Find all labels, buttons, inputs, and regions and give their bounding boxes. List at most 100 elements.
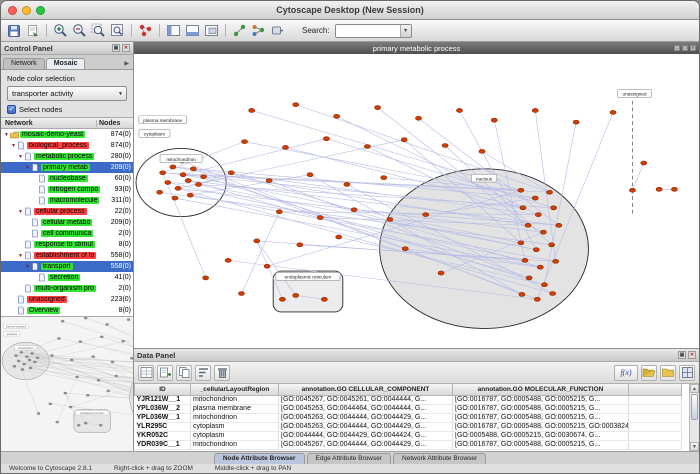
table-row[interactable]: YKR052Ccytoplasm[GO:0044444, GO:0044429,… (135, 431, 682, 440)
network-node[interactable] (266, 179, 272, 183)
table-vertical-scrollbar[interactable]: ▲ ▼ (689, 384, 699, 451)
network-node[interactable] (293, 103, 299, 107)
table-row[interactable]: YLR295Ccytoplasm[GO:0045263, GO:0044444,… (135, 422, 682, 431)
network-node[interactable] (573, 120, 579, 124)
network-node[interactable] (479, 149, 485, 153)
tree-item-multi-organism-pro[interactable]: multi-organism pro2(0) (1, 283, 133, 294)
network-node[interactable] (175, 186, 181, 190)
network-node[interactable] (203, 276, 209, 280)
column-header-cellularlayoutregion[interactable]: _cellularLayoutRegion (191, 384, 279, 395)
table-cell[interactable]: YDR039C__1 (135, 440, 191, 449)
layout-button[interactable] (231, 22, 248, 39)
network-node[interactable] (293, 293, 299, 297)
network-node[interactable] (321, 297, 327, 301)
network-node[interactable] (546, 190, 552, 194)
network-node[interactable] (172, 196, 178, 200)
tree-item-cellular-metabo[interactable]: cellular metabo209(0) (1, 217, 133, 228)
tab-scroll-right-icon[interactable]: ▶ (124, 60, 131, 69)
tree-item-cell-communica[interactable]: cell communica2(0) (1, 228, 133, 239)
tree-item-primary-metab[interactable]: ▼primary metab209(0) (1, 162, 133, 173)
table-cell[interactable]: YKR052C (135, 431, 191, 440)
control-panel-tab-network[interactable]: Network (3, 58, 45, 69)
network-node[interactable] (249, 108, 255, 112)
tab-node-attribute-browser[interactable]: Node Attribute Browser (214, 453, 305, 464)
network-node[interactable] (307, 173, 313, 177)
network-node[interactable] (442, 143, 448, 147)
tab-network-attribute-browser[interactable]: Network Attribute Browser (393, 453, 486, 464)
float-panel-button[interactable] (203, 22, 220, 39)
table-cell[interactable]: YPL036W__2 (135, 404, 191, 413)
tree-expand-arrow-icon[interactable]: ▼ (17, 154, 24, 160)
network-node[interactable] (402, 247, 408, 251)
table-cell[interactable]: [GO:0016787, GO:0005488, GO:0005215, G..… (453, 404, 629, 413)
overview-canvas[interactable]: plasma membranecytoplasmmitochondrionnuc… (1, 317, 133, 451)
network-node[interactable] (526, 276, 532, 280)
network-node[interactable] (525, 223, 531, 227)
tree-item-nitrogen-compo[interactable]: nitrogen compo93(0) (1, 184, 133, 195)
show-control-panel-button[interactable] (165, 22, 182, 39)
close-data-panel-icon[interactable]: ✕ (688, 351, 696, 359)
network-node[interactable] (279, 297, 285, 301)
control-panel-tab-mosaic[interactable]: Mosaic (46, 58, 86, 69)
search-dropdown-arrow-icon[interactable]: ▾ (400, 25, 411, 37)
network-node[interactable] (297, 243, 303, 247)
table-cell[interactable]: [GO:0016787, GO:0005488, GO:0005215, G..… (453, 440, 629, 449)
table-cell[interactable]: mitochondrion (191, 413, 279, 422)
network-node[interactable] (185, 179, 191, 183)
zoom-in-button[interactable] (52, 22, 69, 39)
network-node[interactable] (549, 243, 555, 247)
tree-expand-arrow-icon[interactable]: ▼ (17, 253, 24, 259)
export-attributes-button[interactable] (660, 365, 676, 381)
network-node[interactable] (522, 258, 528, 262)
tree-item-secretion[interactable]: secretion41(0) (1, 272, 133, 283)
network-node[interactable] (537, 265, 543, 269)
close-window-button[interactable] (8, 6, 17, 15)
delete-attribute-button[interactable] (214, 365, 230, 381)
network-node[interactable] (160, 171, 166, 175)
tree-column-network[interactable]: Network (1, 120, 97, 127)
formula-builder-button[interactable]: f(x) (614, 365, 638, 381)
network-node[interactable] (534, 297, 540, 301)
tree-item-cellular-process[interactable]: ▼cellular process22(0) (1, 206, 133, 217)
table-cell[interactable]: [GO:0016787, GO:0005488, GO:0005215, G..… (453, 395, 629, 404)
network-node[interactable] (532, 196, 538, 200)
network-node[interactable] (671, 187, 677, 191)
network-node[interactable] (180, 173, 186, 177)
network-canvas[interactable]: plasma membranecytoplasmmitochondrionnuc… (134, 54, 699, 348)
network-node[interactable] (276, 210, 282, 214)
column-header-annotation-go-cellular-component[interactable]: annotation.GO CELLULAR_COMPONENT (279, 384, 453, 395)
minimize-window-button[interactable] (22, 6, 31, 15)
tab-edge-attribute-browser[interactable]: Edge Attribute Browser (307, 453, 391, 464)
network-node[interactable] (518, 188, 524, 192)
table-cell[interactable]: mitochondrion (191, 440, 279, 449)
table-row[interactable]: YJR121W__1mitochondrion[GO:0045267, GO:0… (135, 395, 682, 404)
network-node[interactable] (540, 230, 546, 234)
attribute-matrix-button[interactable] (679, 365, 695, 381)
table-cell[interactable]: mitochondrion (191, 395, 279, 404)
network-node[interactable] (334, 114, 340, 118)
plugin-manager-button[interactable] (269, 22, 286, 39)
select-nodes-checkbox[interactable]: ✓ (7, 105, 16, 114)
table-cell[interactable]: [GO:0045267, GO:0045261, GO:0044444, G..… (279, 395, 453, 404)
network-node[interactable] (317, 216, 323, 220)
copy-attribute-button[interactable] (176, 365, 192, 381)
tree-expand-arrow-icon[interactable]: ▼ (24, 165, 31, 171)
network-node[interactable] (519, 292, 525, 296)
tree-expand-arrow-icon[interactable]: ▼ (24, 264, 31, 270)
frame-maximize-button[interactable]: □ (682, 45, 688, 51)
table-cell[interactable]: cytoplasm (191, 422, 279, 431)
network-node[interactable] (415, 116, 421, 120)
network-node[interactable] (541, 283, 547, 287)
frame-close-button[interactable]: ✕ (690, 45, 696, 51)
network-node[interactable] (225, 258, 231, 262)
tree-column-nodes[interactable]: Nodes (97, 120, 133, 127)
tree-item-response-to-stimul[interactable]: response to stimul8(0) (1, 239, 133, 250)
tree-item-macromolecule[interactable]: macromolecule311(0) (1, 195, 133, 206)
network-node[interactable] (556, 223, 562, 227)
network-node[interactable] (157, 190, 163, 194)
network-node[interactable] (364, 144, 370, 148)
zoom-window-button[interactable] (36, 6, 45, 15)
tree-item-overview[interactable]: Overview8(0) (1, 305, 133, 316)
float-control-panel-icon[interactable]: ▣ (112, 44, 120, 52)
frame-minimize-button[interactable]: – (674, 45, 680, 51)
